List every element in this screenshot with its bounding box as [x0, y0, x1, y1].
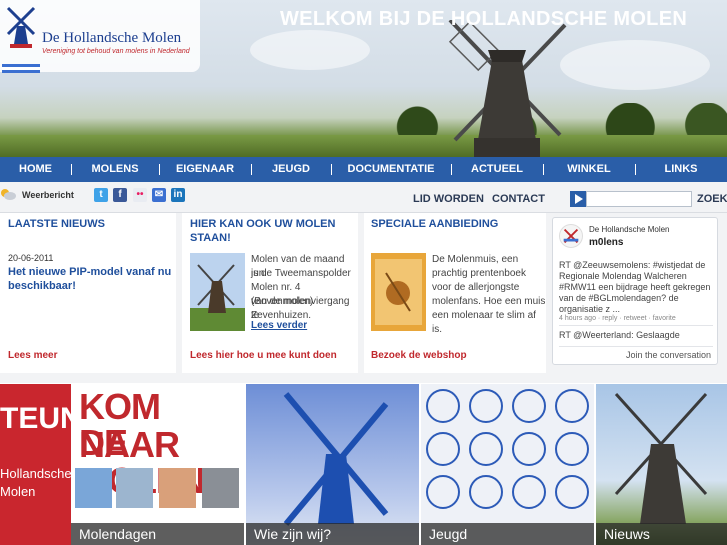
molen-column: HIER KAN OOK UW MOLEN STAAN! Molen van d… [182, 213, 358, 373]
jeugd-tile[interactable]: Jeugd [421, 384, 594, 545]
windmill-photo [614, 392, 708, 524]
molen-text-line: is de Tweemanspolder [251, 268, 351, 279]
molen-title-line2: STAAN! [190, 232, 231, 244]
nav-item-links[interactable]: LINKS [635, 157, 727, 182]
nav-item-actueel[interactable]: ACTUEEL [451, 157, 543, 182]
site-header: De Hollandsche Molen Vereniging tot beho… [0, 0, 727, 157]
molen-title-line1: HIER KAN OOK UW MOLEN [190, 218, 336, 230]
tweet-line: organisatie z ... [559, 304, 621, 314]
tweet-line: RT @Zeeuwsemolens: #wistjedat de [559, 260, 706, 270]
windmill-avatar-icon [563, 228, 579, 244]
play-icon[interactable] [570, 191, 586, 207]
main-nav: HOME MOLENS EIGENAAR JEUGD DOCUMENTATIE … [0, 157, 727, 182]
offer-text-line: De Molenmuis, een [432, 254, 519, 265]
weather-link[interactable]: Weerbericht [22, 190, 74, 200]
nav-item-documentatie[interactable]: DOCUMENTATIE [331, 157, 451, 182]
news-headline-line2[interactable]: beschikbaar! [8, 279, 76, 293]
steun-tile-line1: Hollandsche [0, 466, 71, 481]
tweet-meta[interactable]: 4 hours ago · reply · retweet · favorite [559, 315, 676, 322]
wie-zijn-wij-caption: Wie zijn wij? [246, 523, 419, 545]
nav-item-home[interactable]: HOME [0, 157, 71, 182]
webshop-link[interactable]: Bezoek de webshop [371, 350, 467, 361]
news-title: LAATSTE NIEUWS [8, 218, 105, 230]
offer-text-line: molenfans. Hoe een muis [432, 296, 546, 307]
tweet-divider [559, 325, 713, 326]
news-more-link[interactable]: Lees meer [8, 350, 57, 361]
book-cover-thumbnail[interactable] [371, 253, 426, 331]
linkedin-icon[interactable]: in [171, 188, 185, 202]
nav-item-molens[interactable]: MOLENS [71, 157, 159, 182]
photo-thumb [116, 468, 153, 508]
news-date: 20-06-2011 [8, 253, 54, 263]
photo-thumb [159, 468, 196, 508]
grass-field [0, 135, 727, 157]
steun-tile-heading: TEUN [0, 402, 71, 435]
nieuws-caption: Nieuws [596, 523, 727, 545]
dutch-flag-icon [2, 64, 40, 73]
photo-thumb [75, 468, 112, 508]
cloud [250, 30, 370, 70]
twitter-avatar[interactable] [559, 224, 583, 248]
delft-tiles-pattern [426, 389, 589, 509]
offer-text-line: voor de allerjongste [432, 282, 520, 293]
molendagen-caption: Molendagen [71, 523, 244, 545]
join-conversation-link[interactable]: Join the conversation [626, 350, 711, 360]
email-icon[interactable]: ✉ [152, 188, 166, 202]
photo-thumb [202, 468, 239, 508]
widget-divider [559, 346, 713, 347]
search-input[interactable] [586, 191, 692, 207]
twitter-widget: De Hollandsche Molen m0lens RT @Zeeuwsem… [552, 217, 718, 365]
wie-zijn-wij-tile[interactable]: Wie zijn wij? [246, 384, 419, 545]
tweet-line: #RMW11 een bijdrage heeft gekregen [559, 282, 711, 292]
nav-item-winkel[interactable]: WINKEL [543, 157, 635, 182]
jeugd-caption: Jeugd [421, 523, 594, 545]
molen-thumbnail[interactable] [190, 253, 245, 331]
offer-text-line: een molenaar te slim af is. [432, 310, 536, 335]
logo-title: De Hollandsche Molen [42, 30, 182, 46]
offer-column: SPECIALE AANBIEDING De Molenmuis, een pr… [364, 213, 546, 373]
search-button[interactable]: ZOEK [697, 193, 727, 205]
logo[interactable]: De Hollandsche Molen Vereniging tot beho… [0, 0, 200, 73]
flickr-icon[interactable]: •• [133, 188, 147, 202]
lid-worden-link[interactable]: LID WORDEN [413, 193, 484, 205]
weather-icon[interactable] [0, 188, 16, 200]
welcome-heading: WELKOM BIJ DE HOLLANDSCHE MOLEN [280, 8, 688, 30]
steun-tile-line2: Molen [0, 484, 36, 499]
offer-text-line: prachtig prentenboek [432, 268, 526, 279]
molen-join-link[interactable]: Lees hier hoe u mee kunt doen [190, 350, 337, 361]
tweet-line: RT @Weerterland: Geslaagde [559, 330, 680, 340]
tweet-line: van de #BGLmolendagen? de [559, 293, 679, 303]
logo-subtitle: Vereniging tot behoud van molens in Nede… [42, 48, 190, 55]
nieuws-tile[interactable]: Nieuws [596, 384, 727, 545]
molendagen-tile[interactable]: KOM NAAR DE MOLEN Molendagen [71, 384, 244, 545]
tweet-line: Regionale Molendag Walcheren [559, 271, 687, 281]
offer-title: SPECIALE AANBIEDING [371, 218, 499, 230]
contact-link[interactable]: CONTACT [492, 193, 545, 205]
twitter-display-name: De Hollandsche Molen [589, 225, 670, 234]
molen-read-more-link[interactable]: Lees verder [251, 320, 307, 331]
news-headline-line1[interactable]: Het nieuwe PIP-model vanaf nu [8, 265, 171, 279]
news-column: LAATSTE NIEUWS 20-06-2011 Het nieuwe PIP… [0, 213, 176, 373]
nav-item-eigenaar[interactable]: EIGENAAR [159, 157, 251, 182]
hero-windmill-image [448, 20, 567, 157]
twitter-icon[interactable]: t [94, 188, 108, 202]
twitter-handle[interactable]: m0lens [589, 237, 623, 248]
nav-item-jeugd[interactable]: JEUGD [251, 157, 331, 182]
steun-tile[interactable]: TEUN Hollandsche Molen [0, 384, 71, 545]
blue-windmill-icon [283, 392, 389, 526]
facebook-icon[interactable]: f [113, 188, 127, 202]
windmill-logo-icon [6, 6, 36, 48]
